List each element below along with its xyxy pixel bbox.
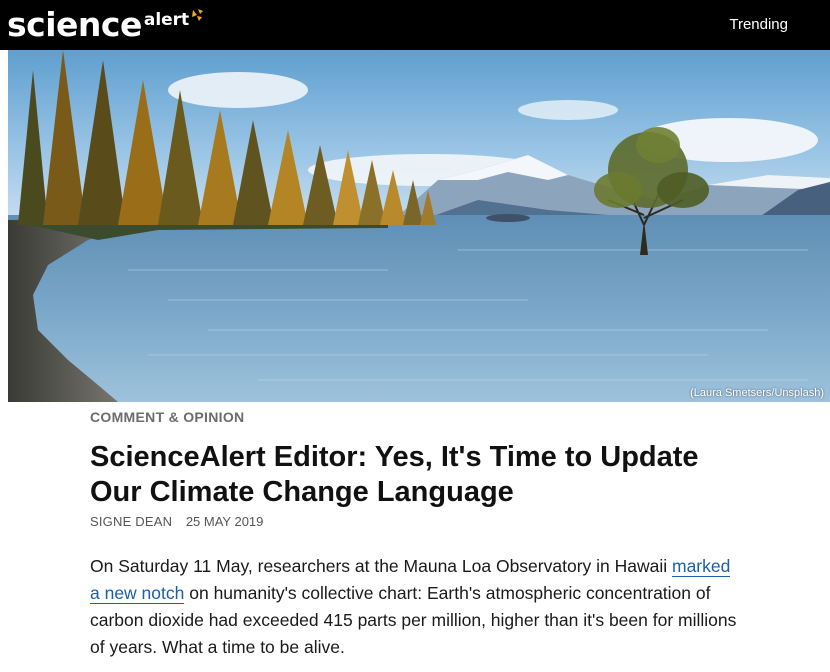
publish-date: 25 MAY 2019 <box>185 514 264 529</box>
logo-spark-icon <box>192 9 204 21</box>
article-paragraph: On Saturday 11 May, researchers at the M… <box>90 553 740 661</box>
article-category[interactable]: COMMENT & OPINION <box>90 409 244 425</box>
hero-image: (Laura Smetsers/Unsplash) <box>8 50 830 402</box>
article-meta: SIGNE DEAN 25 MAY 2019 <box>90 514 263 529</box>
paragraph-text-before: On Saturday 11 May, researchers at the M… <box>90 556 672 576</box>
author-name[interactable]: SIGNE DEAN <box>90 514 172 529</box>
article-headline: ScienceAlert Editor: Yes, It's Time to U… <box>90 441 699 508</box>
logo-alert-text: alert <box>143 10 190 30</box>
image-credit: (Laura Smetsers/Unsplash) <box>690 387 824 399</box>
trending-link[interactable]: Trending <box>729 16 788 33</box>
site-header: science alert Trending <box>0 0 830 50</box>
paragraph-text-after: on humanity's collective chart: Earth's … <box>90 583 737 657</box>
lake-landscape-illustration <box>8 50 830 402</box>
sciencealert-logo[interactable]: science alert <box>7 6 204 44</box>
logo-science-text: science <box>7 5 142 44</box>
